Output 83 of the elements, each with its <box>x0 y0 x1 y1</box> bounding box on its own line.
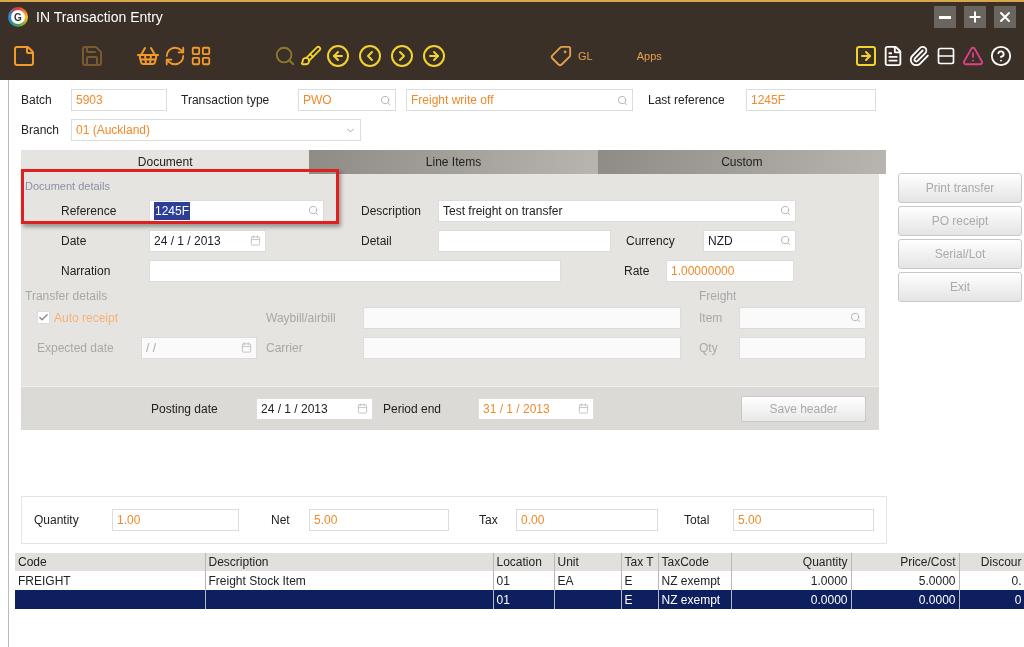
carrier-field[interactable] <box>363 336 681 359</box>
field-label: Transaction type <box>181 92 271 109</box>
new-note-icon[interactable] <box>12 44 36 68</box>
field-label: Reference <box>61 202 118 220</box>
minimize-button[interactable] <box>934 6 956 28</box>
search-icon <box>780 235 791 246</box>
table-cell: 0.0000 <box>851 590 959 609</box>
last-record-icon[interactable] <box>422 44 446 68</box>
qty-field[interactable] <box>739 336 866 359</box>
narration-field[interactable] <box>149 259 561 282</box>
field-label: Qty <box>699 339 719 357</box>
description-field[interactable]: Test freight on transfer <box>438 199 796 222</box>
field-label: Posting date <box>151 400 219 418</box>
gl-link[interactable]: GL <box>578 47 593 65</box>
plus-icon <box>967 9 983 25</box>
field-label: Expected date <box>37 339 115 357</box>
field-label: Tax <box>479 512 499 529</box>
maximize-button[interactable] <box>964 6 986 28</box>
apps-link[interactable]: Apps <box>636 47 662 65</box>
field-label: Period end <box>383 400 443 418</box>
table-cell: 0 <box>959 590 1024 609</box>
search-icon <box>308 205 319 216</box>
tab[interactable]: Line Items <box>309 150 598 174</box>
paperclip-icon[interactable] <box>908 45 930 67</box>
field-label: Date <box>61 232 88 250</box>
brush-icon[interactable] <box>300 45 322 67</box>
field-label: Carrier <box>266 339 304 357</box>
field-label: Rate <box>624 262 651 280</box>
field-label: Item <box>699 309 724 327</box>
panels-icon[interactable] <box>936 46 956 66</box>
table-cell: NZ exempt <box>658 590 731 609</box>
item-field[interactable] <box>739 306 866 329</box>
basket-icon[interactable] <box>136 44 160 68</box>
next-record-icon[interactable] <box>390 44 414 68</box>
table-cell: 01 <box>493 590 554 609</box>
field-label: Total <box>684 512 711 529</box>
window-title: IN Transaction Entry <box>36 7 163 27</box>
table-row[interactable]: FREIGHT Freight Stock Item 01 EA E NZ exempt 1.0000 5.0000 0. <box>15 571 1024 590</box>
grid-icon[interactable] <box>190 45 212 67</box>
document-icon[interactable] <box>882 45 904 67</box>
currency-field[interactable]: NZD <box>703 229 796 252</box>
field-label: Branch <box>21 122 61 139</box>
field-label: Batch <box>21 92 53 109</box>
close-icon <box>997 9 1013 25</box>
calendar-icon <box>250 235 261 246</box>
field-label: Waybill/airbill <box>266 309 337 327</box>
field-label: Narration <box>61 262 112 280</box>
section-heading: Transfer details <box>25 287 109 305</box>
search-icon <box>780 205 791 216</box>
field-label: Last reference <box>648 92 726 109</box>
waybill-field[interactable] <box>363 306 681 329</box>
search-icon <box>850 312 861 323</box>
field-label: Detail <box>361 232 393 250</box>
date-field[interactable]: 24 / 1 / 2013 <box>149 229 266 252</box>
previous-record-icon[interactable] <box>358 44 382 68</box>
minus-icon <box>939 15 951 19</box>
checkbox-label: Auto receipt <box>54 309 119 327</box>
field-label: Description <box>361 202 423 220</box>
field-label: Currency <box>626 232 676 250</box>
search-icon <box>617 94 628 106</box>
detail-field[interactable] <box>438 229 611 252</box>
tag-icon[interactable] <box>550 45 572 67</box>
reference-field[interactable]: 1245F <box>149 199 324 222</box>
calendar-icon <box>241 342 252 353</box>
close-button[interactable] <box>994 6 1016 28</box>
field-label: Quantity <box>34 512 80 529</box>
table-cell: E <box>621 590 658 609</box>
refresh-icon[interactable] <box>164 45 186 67</box>
calendar-icon <box>357 403 368 414</box>
calendar-icon <box>578 403 589 414</box>
first-record-icon[interactable] <box>326 44 350 68</box>
table-cell: 0.0000 <box>731 590 851 609</box>
field-label: Freight <box>699 287 737 305</box>
warning-icon[interactable] <box>962 45 984 67</box>
search-icon <box>380 94 391 106</box>
tab[interactable]: Document <box>21 150 310 174</box>
table-row[interactable]: 01 E NZ exempt 0.0000 0.0000 0 <box>15 590 1024 609</box>
section-heading: Document details <box>25 179 111 194</box>
tab[interactable]: Custom <box>597 150 886 174</box>
posting-date-field[interactable]: 24 / 1 / 2013 <box>256 397 373 420</box>
help-icon[interactable] <box>990 45 1012 67</box>
app-logo: G <box>8 7 28 27</box>
field-label: Net <box>271 512 291 529</box>
